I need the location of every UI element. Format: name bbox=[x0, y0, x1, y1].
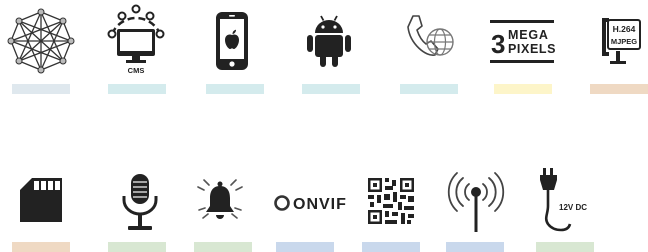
feature-color-bar bbox=[276, 242, 334, 252]
codec-feature: H.264 MJPEG bbox=[598, 16, 642, 68]
mega-line2: PIXELS bbox=[508, 42, 556, 56]
wireless-antenna-icon bbox=[447, 172, 505, 232]
feature-color-bar bbox=[302, 84, 360, 94]
sd-card-feature bbox=[20, 178, 64, 224]
cms-label: CMS bbox=[128, 66, 145, 75]
network-mesh-feature bbox=[7, 8, 75, 74]
feature-color-bar bbox=[108, 84, 166, 94]
power-feature: 12V DC bbox=[534, 166, 594, 236]
wireless-feature bbox=[447, 172, 505, 234]
feature-color-bar bbox=[206, 84, 264, 94]
microphone-feature bbox=[120, 172, 160, 234]
alarm-feature bbox=[192, 174, 248, 226]
onvif-logo: ONVIF bbox=[274, 195, 347, 213]
phone-web-icon bbox=[407, 15, 454, 56]
feature-color-bar bbox=[12, 242, 70, 252]
microphone-icon bbox=[122, 174, 158, 230]
feature-color-bar bbox=[400, 84, 458, 94]
power-label: 12V DC bbox=[559, 203, 587, 212]
android-icon bbox=[307, 15, 351, 67]
apple-phone-icon bbox=[216, 12, 248, 70]
feature-color-bar bbox=[362, 242, 420, 252]
onvif-label: ONVIF bbox=[293, 196, 347, 213]
feature-color-bar bbox=[590, 84, 648, 94]
alarm-bell-icon bbox=[197, 179, 243, 219]
android-feature bbox=[306, 14, 352, 70]
codec-line1: H.264 bbox=[613, 24, 636, 34]
feature-color-bar bbox=[446, 242, 504, 252]
megapixels-icon: 3 MEGA PIXELS bbox=[490, 20, 556, 63]
feature-color-bar bbox=[12, 84, 70, 94]
qr-code-feature bbox=[368, 178, 414, 224]
feature-color-bar bbox=[536, 242, 594, 252]
ios-feature bbox=[214, 10, 254, 74]
codec-line2: MJPEG bbox=[611, 37, 637, 46]
mega-number: 3 bbox=[491, 29, 505, 59]
cms-feature: CMS bbox=[106, 4, 166, 76]
phone-web-feature bbox=[402, 12, 456, 70]
feature-color-bar bbox=[494, 84, 552, 94]
mega-line1: MEGA bbox=[508, 28, 549, 42]
feature-color-bar bbox=[194, 242, 252, 252]
cms-monitor-icon: CMS bbox=[107, 4, 165, 75]
power-plug-icon: 12V DC bbox=[540, 168, 587, 232]
network-mesh-icon bbox=[7, 8, 75, 74]
feature-color-bar bbox=[108, 242, 166, 252]
codec-clamp-icon: H.264 MJPEG bbox=[602, 18, 641, 64]
onvif-feature: ONVIF bbox=[274, 190, 346, 216]
qr-code-icon bbox=[368, 178, 414, 224]
megapixels-feature: 3 MEGA PIXELS bbox=[490, 20, 556, 66]
sd-card-icon bbox=[20, 178, 62, 222]
